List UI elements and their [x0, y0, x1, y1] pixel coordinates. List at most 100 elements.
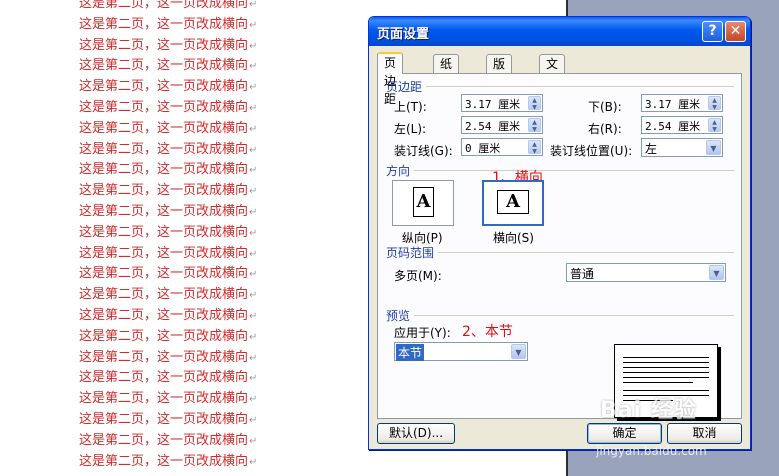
- help-icon: ?: [708, 23, 717, 39]
- document-line: 这是第二页，这一页改成横向↵: [79, 264, 257, 284]
- landscape-page-icon: A: [497, 190, 529, 214]
- chevron-down-icon[interactable]: ▼: [706, 140, 721, 155]
- document-line-text: 这是第二页，这一页改成横向: [79, 432, 249, 448]
- paragraph-mark-icon: ↵: [249, 352, 258, 364]
- paragraph-mark-icon: ↵: [249, 19, 258, 31]
- landscape-button[interactable]: A: [482, 180, 544, 226]
- gutter-position-value: 左: [645, 142, 658, 156]
- gutter-value: 0 厘米: [465, 142, 501, 155]
- chevron-down-icon[interactable]: ▼: [511, 344, 526, 359]
- bottom-margin-label: 下(B):: [588, 100, 622, 114]
- default-button[interactable]: 默认(D)...: [377, 423, 455, 444]
- tab-layout[interactable]: 版式: [486, 54, 513, 89]
- paragraph-mark-icon: ↵: [249, 435, 258, 447]
- watermark-url: jingyan.baidu.com: [596, 444, 707, 458]
- top-margin-value: 3.17 厘米: [465, 98, 521, 111]
- paragraph-mark-icon: ↵: [249, 82, 258, 94]
- gutter-spinner[interactable]: 0 厘米 ▲ ▼: [461, 138, 543, 156]
- spin-arrows-icon[interactable]: ▲ ▼: [708, 118, 721, 133]
- paragraph-mark-icon: ↵: [249, 40, 258, 52]
- document-line: 这是第二页，这一页改成横向↵: [79, 140, 257, 160]
- bottom-margin-spinner[interactable]: 3.17 厘米 ▲ ▼: [641, 94, 723, 112]
- document-line-text: 这是第二页，这一页改成横向: [79, 0, 249, 11]
- spin-arrows-icon[interactable]: ▲ ▼: [528, 140, 541, 155]
- portrait-page-icon: A: [413, 187, 434, 217]
- paragraph-mark-icon: ↵: [249, 123, 258, 135]
- paragraph-mark-icon: ↵: [249, 311, 258, 322]
- tab-paper[interactable]: 纸张: [433, 54, 460, 89]
- spin-arrows-icon[interactable]: ▲ ▼: [528, 96, 541, 111]
- top-margin-label: 上(T):: [394, 100, 427, 114]
- section-divider: [438, 252, 734, 253]
- right-margin-spinner[interactable]: 2.54 厘米 ▲ ▼: [641, 116, 723, 134]
- paragraph-mark-icon: ↵: [249, 144, 258, 156]
- paragraph-mark-icon: ↵: [249, 456, 258, 468]
- document-line: 这是第二页，这一页改成横向↵: [79, 223, 257, 243]
- document-line-text: 这是第二页，这一页改成横向: [79, 245, 249, 261]
- document-line: 这是第二页，这一页改成横向↵: [79, 36, 257, 56]
- document-line-text: 这是第二页，这一页改成横向: [79, 266, 249, 282]
- document-line: 这是第二页，这一页改成横向↵: [79, 244, 257, 264]
- multiple-pages-select[interactable]: 普通 ▼: [566, 263, 726, 282]
- document-line-text: 这是第二页，这一页改成横向: [79, 308, 249, 323]
- portrait-button[interactable]: A: [392, 180, 454, 226]
- document-line-text: 这是第二页，这一页改成横向: [79, 37, 249, 53]
- chevron-down-icon[interactable]: ▼: [709, 265, 724, 280]
- document-line: 这是第二页，这一页改成横向↵: [79, 389, 257, 409]
- document-line-text: 这是第二页，这一页改成横向: [79, 58, 249, 74]
- apply-to-value: 本节: [396, 344, 425, 361]
- preview-section-title: 预览: [386, 309, 411, 323]
- document-line: 这是第二页，这一页改成横向↵: [79, 452, 257, 472]
- document-line-text: 这是第二页，这一页改成横向: [79, 328, 249, 344]
- document-line-text: 这是第二页，这一页改成横向: [79, 349, 249, 365]
- section-divider: [414, 170, 734, 171]
- spin-arrows-icon[interactable]: ▲ ▼: [708, 96, 721, 111]
- left-margin-spinner[interactable]: 2.54 厘米 ▲ ▼: [461, 116, 543, 134]
- document-line: 这是第二页，这一页改成横向↵: [79, 15, 257, 35]
- document-line: 这是第二页，这一页改成横向↵: [79, 285, 257, 305]
- document-line: 这是第二页，这一页改成横向↵: [79, 119, 257, 139]
- help-button[interactable]: ?: [702, 21, 723, 42]
- tab-document-grid[interactable]: 文档网格: [539, 54, 566, 125]
- document-line: 这是第二页，这一页改成横向↵: [79, 77, 257, 97]
- dialog-titlebar[interactable]: 页面设置 ? ✕: [369, 17, 750, 46]
- document-line: 这是第二页，这一页改成横向↵: [79, 348, 257, 368]
- ok-button[interactable]: 确定: [587, 423, 662, 444]
- paragraph-mark-icon: ↵: [249, 394, 258, 406]
- document-line-text: 这是第二页，这一页改成横向: [79, 370, 249, 386]
- document-line-text: 这是第二页，这一页改成横向: [79, 16, 249, 32]
- document-line: 这是第二页，这一页改成横向↵: [79, 56, 257, 76]
- close-button[interactable]: ✕: [725, 21, 746, 42]
- document-line-text: 这是第二页，这一页改成横向: [79, 391, 249, 407]
- document-line-text: 这是第二页，这一页改成横向: [79, 287, 249, 303]
- document-line-text: 这是第二页，这一页改成横向: [79, 453, 249, 469]
- page-setup-dialog: 页面设置 ? ✕ 页边距 纸张 版式 文档网格 页边距 上(T): 3.17 厘…: [368, 16, 751, 450]
- document-line-text: 这是第二页，这一页改成横向: [79, 412, 249, 427]
- document-line: 这是第二页，这一页改成横向↵: [79, 368, 257, 388]
- dialog-title: 页面设置: [377, 27, 430, 42]
- document-line: 这是第二页，这一页改成横向↵: [79, 410, 257, 430]
- left-margin-value: 2.54 厘米: [465, 120, 521, 133]
- orientation-section-title: 方向: [386, 164, 411, 178]
- document-line-text: 这是第二页，这一页改成横向: [79, 79, 249, 95]
- apply-to-select[interactable]: 本节 ▼: [394, 342, 528, 361]
- top-margin-spinner[interactable]: 3.17 厘米 ▲ ▼: [461, 94, 543, 112]
- paragraph-mark-icon: ↵: [249, 269, 258, 281]
- paragraph-mark-icon: ↵: [249, 248, 258, 260]
- paragraph-mark-icon: ↵: [249, 165, 258, 177]
- tab-margins[interactable]: 页边距: [377, 52, 404, 106]
- paragraph-mark-icon: ↵: [249, 0, 258, 10]
- right-margin-value: 2.54 厘米: [645, 120, 701, 133]
- document-line: 这是第二页，这一页改成横向↵: [79, 98, 257, 118]
- multiple-pages-value: 普通: [570, 267, 595, 281]
- paragraph-mark-icon: ↵: [249, 103, 258, 114]
- document-line: 这是第二页，这一页改成横向↵: [79, 431, 257, 451]
- cancel-button[interactable]: 取消: [667, 423, 742, 444]
- document-line-text: 这是第二页，这一页改成横向: [79, 183, 249, 199]
- paragraph-mark-icon: ↵: [249, 415, 258, 426]
- paragraph-mark-icon: ↵: [249, 290, 258, 302]
- spin-arrows-icon[interactable]: ▲ ▼: [528, 118, 541, 133]
- document-line-text: 这是第二页，这一页改成横向: [79, 141, 249, 157]
- gutter-position-select[interactable]: 左 ▼: [641, 138, 723, 157]
- pages-section-title: 页码范围: [386, 246, 435, 260]
